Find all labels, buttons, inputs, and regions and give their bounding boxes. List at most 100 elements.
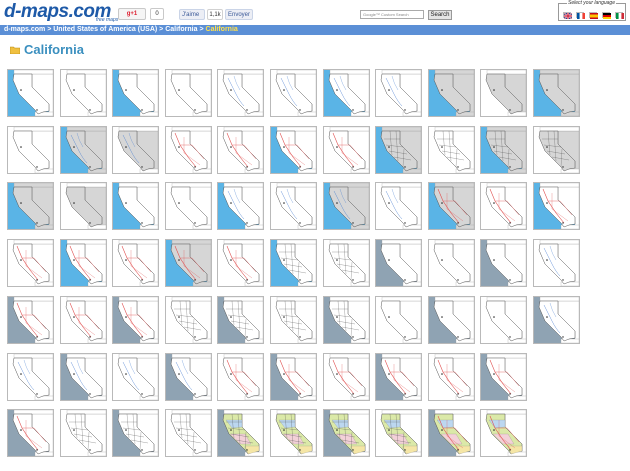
map-thumbnail[interactable] [322, 352, 370, 401]
map-thumbnail[interactable] [7, 409, 54, 458]
map-thumbnail[interactable] [217, 239, 265, 288]
map-thumbnail[interactable] [7, 352, 54, 401]
site-header: d-maps.com free maps g+1 0 J'aime 1,1k E… [0, 0, 630, 24]
map-thumbnail[interactable] [59, 352, 107, 401]
map-thumbnail[interactable] [112, 239, 160, 288]
map-thumbnail[interactable] [112, 295, 160, 344]
map-thumbnail[interactable] [533, 182, 580, 231]
map-thumbnail[interactable] [480, 409, 528, 458]
flag-de-icon[interactable] [602, 12, 611, 19]
map-thumbnail[interactable] [322, 125, 370, 174]
map-thumbnail[interactable] [7, 69, 54, 117]
folder-icon [10, 46, 20, 54]
language-selector: Select your language [558, 0, 626, 21]
map-thumbnail[interactable] [217, 295, 265, 344]
map-thumbnail[interactable] [217, 69, 265, 117]
map-thumbnail[interactable] [59, 295, 107, 344]
map-thumbnail[interactable] [217, 182, 265, 231]
map-thumbnail[interactable] [533, 69, 580, 117]
breadcrumb-current: California [205, 26, 238, 33]
map-thumbnail[interactable] [112, 409, 160, 458]
map-thumbnail[interactable] [59, 69, 107, 117]
map-thumbnail[interactable] [270, 182, 317, 231]
search-button[interactable]: Search [428, 10, 452, 20]
breadcrumb-link-california[interactable]: California [165, 26, 197, 33]
map-thumbnail[interactable] [270, 125, 317, 174]
map-thumbnail[interactable] [375, 295, 423, 344]
flag-es-icon[interactable] [589, 12, 598, 19]
map-thumbnail[interactable] [375, 239, 423, 288]
map-thumbnail[interactable] [7, 125, 54, 174]
map-thumbnail[interactable] [270, 409, 317, 458]
map-thumbnail[interactable] [480, 182, 528, 231]
map-thumbnail[interactable] [112, 69, 160, 117]
flag-uk-icon[interactable] [563, 12, 572, 19]
map-thumbnail[interactable] [217, 409, 265, 458]
map-thumbnail[interactable] [270, 239, 317, 288]
map-thumbnail[interactable] [164, 409, 212, 458]
map-thumbnail[interactable] [270, 295, 317, 344]
map-thumbnail[interactable] [427, 409, 475, 458]
map-thumbnail[interactable] [59, 409, 107, 458]
map-thumbnail[interactable] [480, 352, 528, 401]
map-thumbnail[interactable] [322, 295, 370, 344]
map-thumbnail[interactable] [7, 239, 54, 288]
map-thumbnail[interactable] [164, 182, 212, 231]
map-thumbnail[interactable] [112, 182, 160, 231]
map-thumbnail[interactable] [112, 352, 160, 401]
language-label: Select your language [567, 0, 616, 6]
map-thumbnail[interactable] [375, 69, 423, 117]
facebook-like-button[interactable]: J'aime [179, 9, 205, 20]
map-thumbnail[interactable] [480, 239, 528, 288]
flag-it-icon[interactable] [615, 12, 624, 19]
map-thumbnail[interactable] [217, 352, 265, 401]
breadcrumb-link-home[interactable]: d-maps.com [4, 26, 45, 33]
map-thumbnail[interactable] [480, 69, 528, 117]
site-logo[interactable]: d-maps.com [4, 1, 111, 23]
map-thumbnail[interactable] [322, 182, 370, 231]
map-thumbnail[interactable] [322, 69, 370, 117]
map-thumbnail[interactable] [164, 239, 212, 288]
map-thumbnail[interactable] [427, 182, 475, 231]
breadcrumb-link-usa[interactable]: United States of America (USA) [53, 26, 157, 33]
map-thumbnail[interactable] [427, 239, 475, 288]
google-plus-count: 0 [150, 8, 164, 20]
map-thumbnail[interactable] [375, 409, 423, 458]
map-thumbnail[interactable] [112, 125, 160, 174]
map-thumbnail[interactable] [164, 352, 212, 401]
map-thumbnail[interactable] [427, 125, 475, 174]
map-thumbnail[interactable] [533, 295, 580, 344]
map-thumbnail[interactable] [375, 125, 423, 174]
map-thumbnail[interactable] [322, 239, 370, 288]
map-thumbnail[interactable] [164, 125, 212, 174]
map-thumbnail[interactable] [480, 125, 528, 174]
map-thumbnail[interactable] [427, 352, 475, 401]
breadcrumb-separator: > [47, 26, 52, 33]
map-thumbnail[interactable] [533, 125, 580, 174]
flag-fr-icon[interactable] [576, 12, 585, 19]
page-title: California [24, 42, 84, 57]
map-thumbnail[interactable] [59, 125, 107, 174]
breadcrumb-separator: > [159, 26, 164, 33]
map-thumbnail[interactable] [427, 69, 475, 117]
map-thumbnail[interactable] [164, 69, 212, 117]
map-thumbnail[interactable] [7, 182, 54, 231]
map-thumbnail[interactable] [427, 295, 475, 344]
map-thumbnail[interactable] [270, 69, 317, 117]
logo-tagline: free maps [96, 17, 119, 23]
map-thumbnail[interactable] [59, 182, 107, 231]
map-thumbnail[interactable] [322, 409, 370, 458]
facebook-send-button[interactable]: Envoyer [225, 9, 253, 20]
google-plus-button[interactable]: g+1 [118, 8, 146, 20]
map-thumbnail[interactable] [270, 352, 317, 401]
map-thumbnail[interactable] [59, 239, 107, 288]
map-thumbnail[interactable] [7, 295, 54, 344]
map-thumbnail[interactable] [164, 295, 212, 344]
map-thumbnail[interactable] [375, 352, 423, 401]
search-input[interactable]: Google™ Custom Search [360, 10, 424, 19]
map-thumbnail[interactable] [217, 125, 265, 174]
map-thumbnail[interactable] [480, 295, 528, 344]
map-thumbnail[interactable] [375, 182, 423, 231]
map-thumbnail[interactable] [533, 239, 580, 288]
facebook-like-count: 1,1k [207, 9, 223, 20]
